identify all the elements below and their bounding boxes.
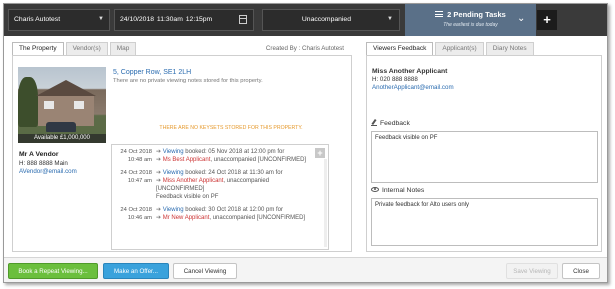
activity-scrollbar[interactable] bbox=[324, 159, 327, 247]
user-select-value: Charis Autotest bbox=[14, 16, 61, 23]
entry-text: booked: 24 Oct 2018 at 11:30 am for bbox=[183, 170, 283, 176]
applicant-link[interactable]: Ms Best Applicant bbox=[163, 157, 211, 163]
arrow-right-icon: ➔ bbox=[156, 215, 162, 221]
vendor-info: Mr A Vendor H: 888 8888 Main AVendor@ema… bbox=[19, 151, 107, 175]
entry-text: , unaccompanied [UNCONFIRMED] bbox=[210, 157, 307, 163]
arrow-right-icon: ➔ bbox=[156, 178, 162, 184]
feedback-pane: Viewers Feedback Applicant(s) Diary Note… bbox=[366, 42, 602, 252]
internal-notes-label: Internal Notes bbox=[382, 187, 425, 194]
entry-time: 10:46 am bbox=[127, 215, 152, 221]
close-button[interactable]: Close bbox=[562, 263, 600, 279]
entry-text: , unaccompanied [UNCONFIRMED] bbox=[209, 215, 306, 221]
save-viewing-button[interactable]: Save Viewing bbox=[506, 263, 558, 279]
cancel-viewing-button[interactable]: Cancel Viewing bbox=[173, 263, 237, 279]
property-tabs: The Property Vendor(s) Map bbox=[12, 42, 138, 55]
property-details: Available £1,000,000 5, Copper Row, SE1 … bbox=[12, 55, 352, 252]
property-photo[interactable]: Available £1,000,000 bbox=[18, 67, 106, 143]
activity-log: + 24 Oct 2018 10:48 am ➔ Viewing booked:… bbox=[111, 144, 329, 250]
calendar-icon[interactable] bbox=[239, 15, 247, 24]
entry-date: 24 Oct 2018 bbox=[120, 170, 152, 176]
vendor-phone: H: 888 8888 Main bbox=[19, 160, 68, 167]
viewing-link[interactable]: Viewing bbox=[163, 207, 184, 213]
entry-note: Feedback visible on PF bbox=[156, 194, 219, 200]
end-time-value: 12:15pm bbox=[185, 16, 213, 23]
book-repeat-viewing-button[interactable]: Book a Repeat Viewing... bbox=[8, 263, 98, 279]
applicant-link[interactable]: Mr New Applicant bbox=[163, 215, 210, 221]
chevron-down-icon[interactable]: ⌄ bbox=[517, 12, 529, 26]
start-time-value: 11:30am bbox=[156, 16, 183, 23]
viewing-dialog: Charis Autotest ▼ 24/10/2018 11:30am 12:… bbox=[3, 3, 608, 283]
date-value: 24/10/2018 bbox=[120, 16, 155, 23]
date-time-picker[interactable]: 24/10/2018 11:30am 12:15pm bbox=[114, 9, 254, 31]
pen-icon bbox=[371, 120, 377, 126]
tab-viewers-feedback[interactable]: Viewers Feedback bbox=[366, 42, 434, 55]
vendor-name: Mr A Vendor bbox=[19, 151, 59, 158]
arrow-right-icon: ➔ bbox=[156, 207, 162, 213]
list-icon bbox=[435, 11, 444, 17]
add-activity-button[interactable]: + bbox=[315, 148, 325, 158]
internal-notes-textarea[interactable]: Private feedback for Alto users only bbox=[371, 198, 598, 246]
entry-date: 24 Oct 2018 bbox=[120, 149, 152, 155]
eye-icon bbox=[371, 187, 379, 192]
viewing-link[interactable]: Viewing bbox=[163, 170, 184, 176]
activity-entry: 24 Oct 2018 10:47 am ➔ Viewing booked: 2… bbox=[116, 169, 324, 201]
feedback-label: Feedback bbox=[380, 120, 410, 127]
entry-text: booked: 30 Oct 2018 at 12:00 pm for bbox=[183, 207, 284, 213]
created-by: Created By : Charis Autotest bbox=[265, 45, 344, 52]
internal-notes-heading: Internal Notes bbox=[371, 187, 424, 194]
entry-text: booked: 05 Nov 2018 at 12:00 pm for bbox=[183, 149, 285, 155]
no-keysets-notice: THERE ARE NO KEYSETS STORED FOR THIS PRO… bbox=[159, 125, 303, 131]
feedback-details: Miss Another Applicant H: 020 888 8888 A… bbox=[366, 55, 602, 252]
price-badge: Available £1,000,000 bbox=[18, 134, 106, 143]
entry-date: 24 Oct 2018 bbox=[120, 207, 152, 213]
tab-applicants[interactable]: Applicant(s) bbox=[435, 42, 484, 55]
footer-bar: Book a Repeat Viewing... Make an Offer..… bbox=[4, 257, 607, 282]
make-offer-button[interactable]: Make an Offer... bbox=[103, 263, 169, 279]
activity-entry: 24 Oct 2018 10:46 am ➔ Viewing booked: 3… bbox=[116, 206, 324, 222]
arrow-right-icon: ➔ bbox=[156, 170, 162, 176]
entry-time: 10:47 am bbox=[127, 178, 152, 184]
feedback-tabs: Viewers Feedback Applicant(s) Diary Note… bbox=[366, 42, 536, 55]
no-viewing-notes: There are no private viewing notes store… bbox=[113, 78, 263, 84]
arrow-right-icon: ➔ bbox=[156, 157, 162, 163]
property-pane: The Property Vendor(s) Map Created By : … bbox=[12, 42, 360, 252]
feedback-textarea[interactable]: Feedback visible on PF bbox=[371, 131, 598, 183]
accompaniment-value: Unaccompanied bbox=[301, 16, 351, 23]
add-button[interactable]: + bbox=[537, 10, 557, 30]
applicant-phone: H: 020 888 8888 bbox=[372, 76, 418, 83]
tab-diary-notes[interactable]: Diary Notes bbox=[485, 42, 534, 55]
applicant-link[interactable]: Miss Another Applicant bbox=[163, 178, 224, 184]
tab-map[interactable]: Map bbox=[109, 42, 137, 55]
tab-vendors[interactable]: Vendor(s) bbox=[65, 42, 108, 55]
vendor-email-link[interactable]: AVendor@email.com bbox=[19, 168, 107, 175]
user-select[interactable]: Charis Autotest ▼ bbox=[8, 9, 110, 31]
pending-tasks-label: 2 Pending Tasks bbox=[447, 10, 506, 19]
applicant-email-link[interactable]: AnotherApplicant@email.com bbox=[372, 84, 454, 91]
entry-time: 10:48 am bbox=[127, 157, 152, 163]
applicant-name: Miss Another Applicant bbox=[372, 68, 448, 75]
accompaniment-select[interactable]: Unaccompanied ▼ bbox=[262, 9, 400, 31]
chevron-down-icon: ▼ bbox=[98, 16, 104, 22]
property-address-link[interactable]: 5, Copper Row, SE1 2LH bbox=[113, 69, 191, 76]
feedback-heading: Feedback bbox=[371, 120, 410, 127]
viewing-link[interactable]: Viewing bbox=[163, 149, 184, 155]
arrow-right-icon: ➔ bbox=[156, 149, 162, 155]
chevron-down-icon: ▼ bbox=[387, 16, 393, 22]
top-bar: Charis Autotest ▼ 24/10/2018 11:30am 12:… bbox=[4, 4, 607, 36]
activity-entry: 24 Oct 2018 10:48 am ➔ Viewing booked: 0… bbox=[116, 148, 324, 164]
tab-the-property[interactable]: The Property bbox=[12, 42, 64, 55]
